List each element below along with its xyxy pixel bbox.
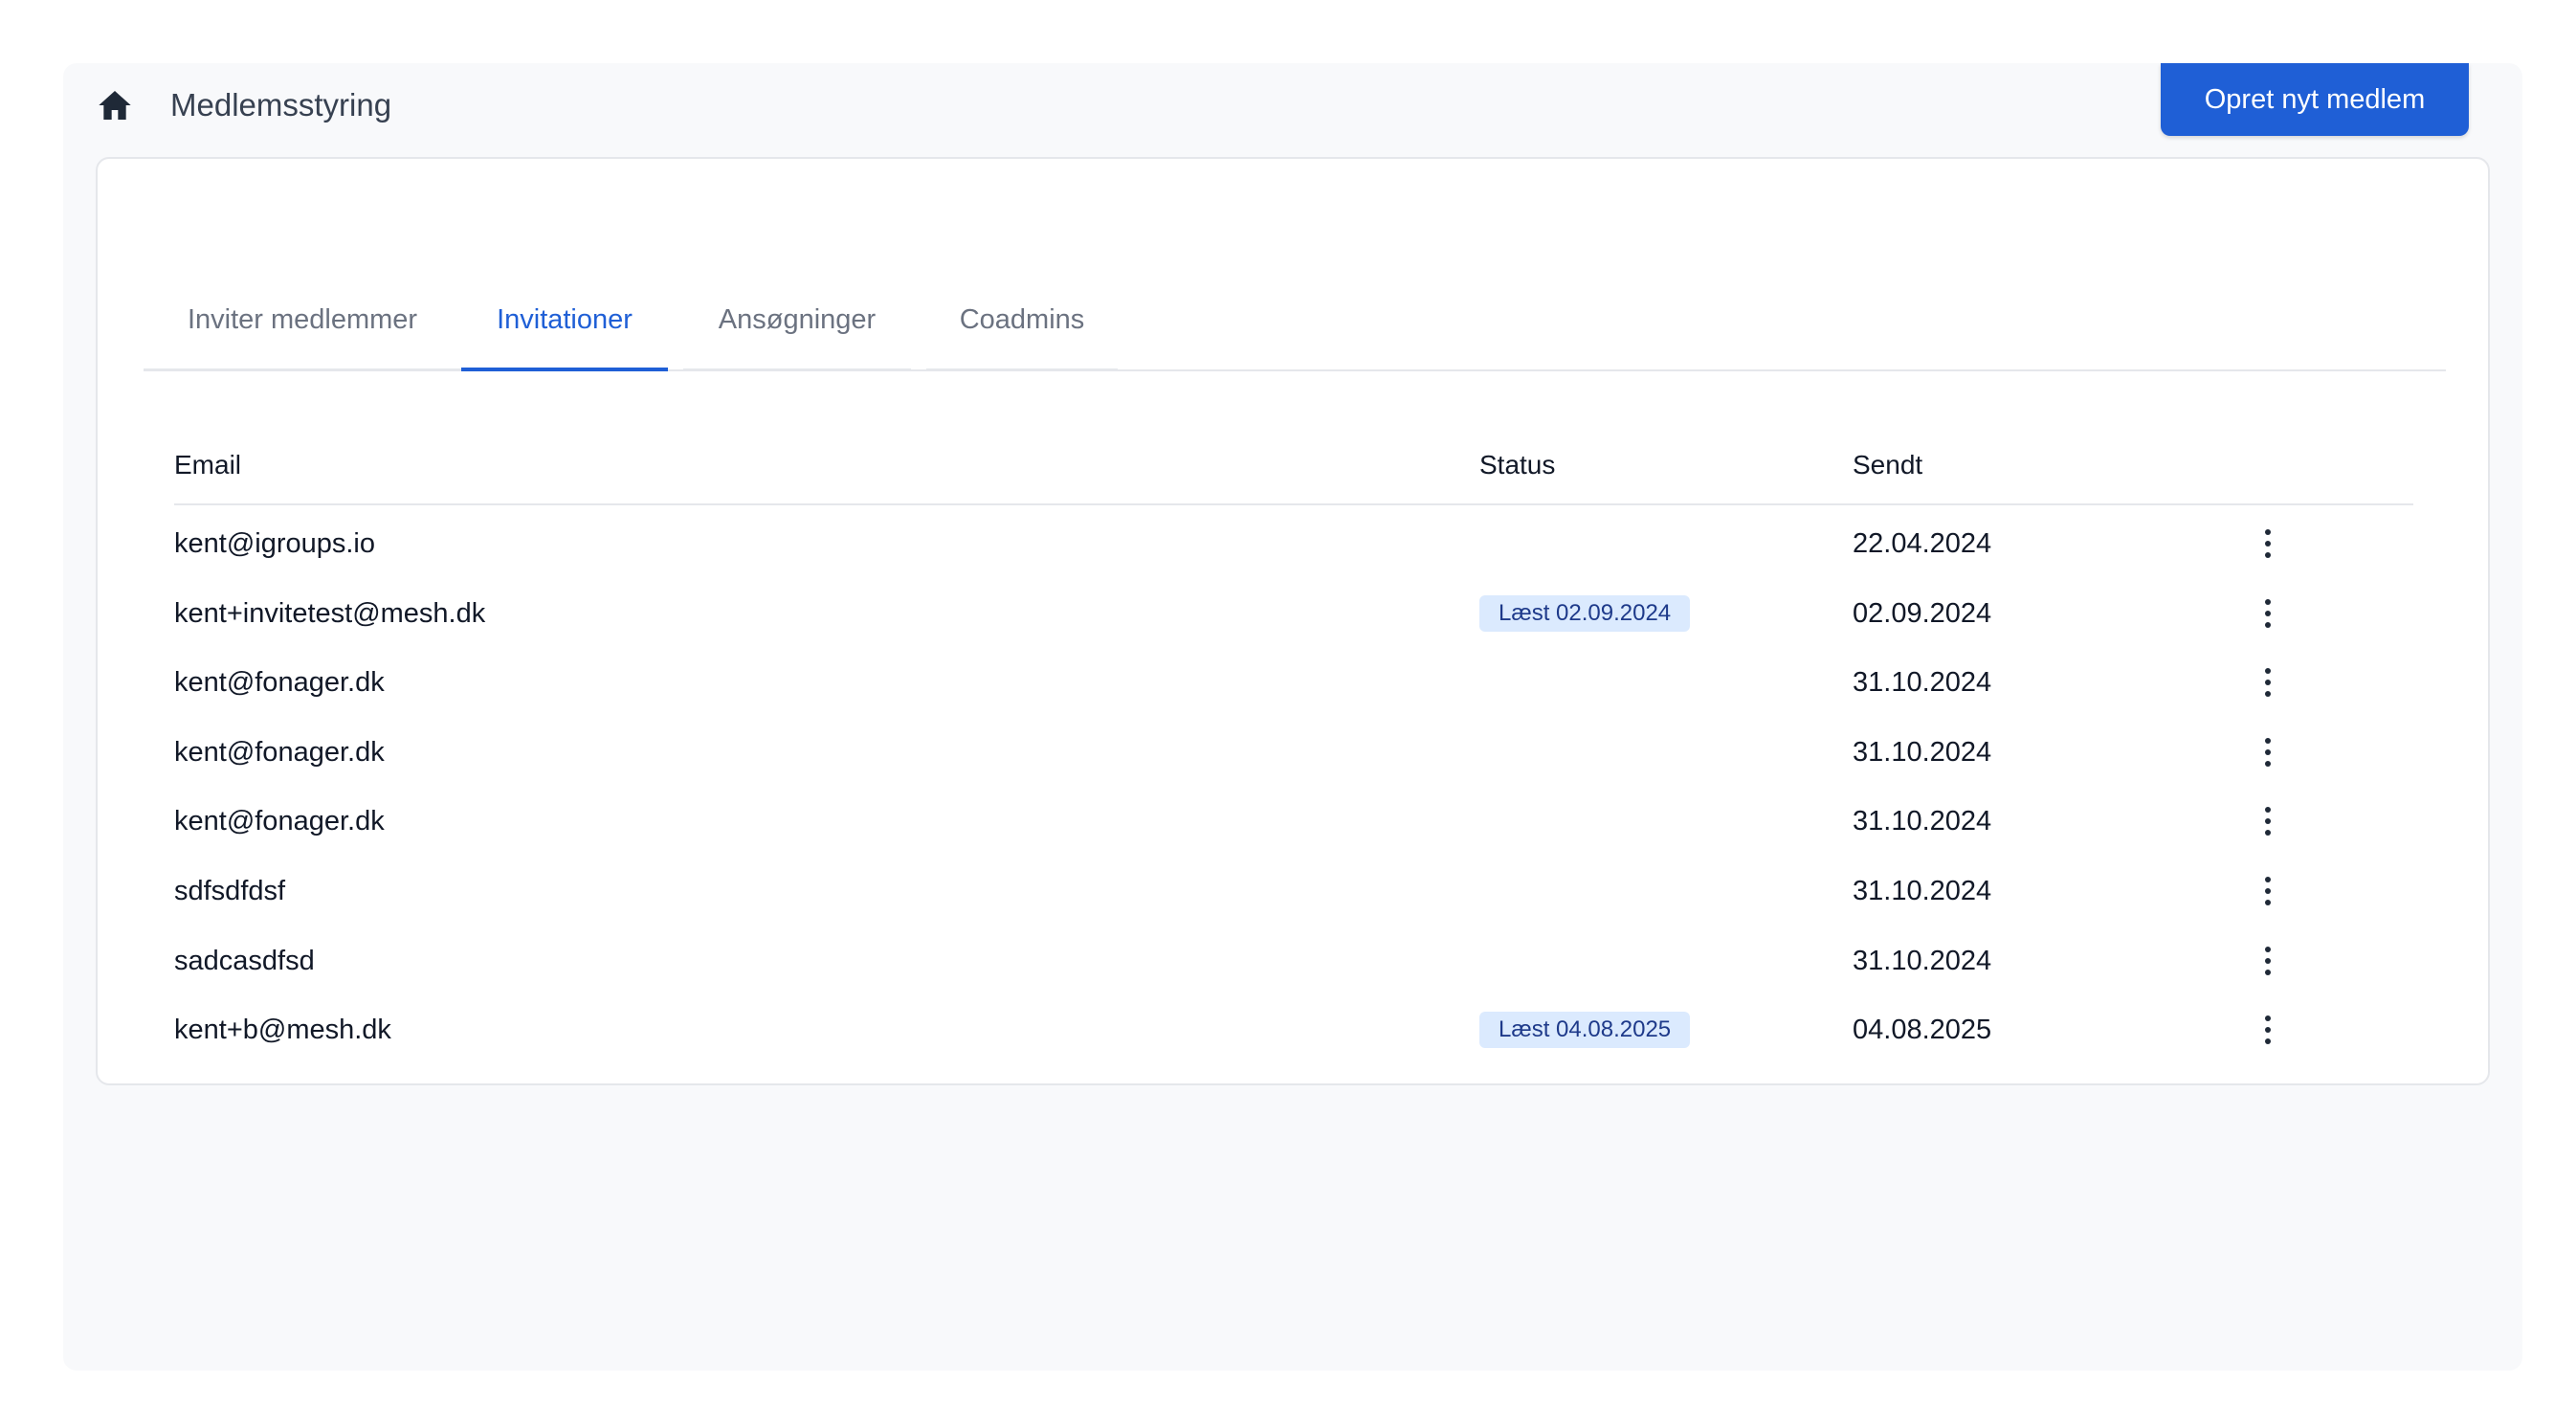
- home-icon[interactable]: [96, 86, 134, 124]
- table-row: kent@fonager.dk 31.10.2024: [174, 648, 2413, 717]
- email-cell: sdfsdfdsf: [174, 876, 286, 906]
- sent-date-cell: 31.10.2024: [1853, 945, 1992, 976]
- page-header: Medlemsstyring Opret nyt medlem: [63, 63, 2522, 155]
- email-cell: kent+b@mesh.dk: [174, 1015, 391, 1046]
- tab-label: Coadmins: [959, 304, 1085, 335]
- table-row: kent@fonager.dk 31.10.2024: [174, 718, 2413, 787]
- more-vertical-icon[interactable]: [2251, 798, 2285, 844]
- tab-applications[interactable]: Ansøgninger: [683, 301, 911, 371]
- more-vertical-icon[interactable]: [2251, 521, 2285, 567]
- sent-date-cell: 31.10.2024: [1853, 806, 1992, 837]
- tab-label: Inviter medlemmer: [187, 304, 418, 335]
- email-cell: sadcasdfsd: [174, 945, 315, 976]
- email-cell: kent@fonager.dk: [174, 667, 385, 699]
- more-vertical-icon[interactable]: [2251, 868, 2285, 914]
- tab-label: Ansøgninger: [718, 304, 877, 335]
- email-cell: kent@fonager.dk: [174, 806, 385, 837]
- email-cell: kent+invitetest@mesh.dk: [174, 597, 486, 629]
- more-vertical-icon[interactable]: [2251, 659, 2285, 705]
- sent-date-cell: 22.04.2024: [1853, 528, 1992, 559]
- tab-label: Invitationer: [497, 304, 633, 335]
- tab-invite-members[interactable]: Inviter medlemmer: [144, 301, 461, 371]
- status-badge: Læst 02.09.2024: [1479, 594, 1691, 632]
- table-row: kent@igroups.io 22.04.2024: [174, 509, 2413, 578]
- sent-date-cell: 31.10.2024: [1853, 876, 1992, 906]
- table-row: sdfsdfdsf 31.10.2024: [174, 857, 2413, 926]
- sent-date-cell: 04.08.2025: [1853, 1015, 1992, 1046]
- email-cell: kent@fonager.dk: [174, 736, 385, 768]
- tab-coadmins[interactable]: Coadmins: [926, 301, 1118, 371]
- more-vertical-icon[interactable]: [2251, 591, 2285, 636]
- status-badge: Læst 04.08.2025: [1479, 1012, 1691, 1049]
- column-header-sent[interactable]: Sendt: [1853, 446, 1922, 484]
- column-header-email[interactable]: Email: [174, 446, 241, 484]
- sent-date-cell: 31.10.2024: [1853, 736, 1992, 768]
- table-row: kent+invitetest@mesh.dk Læst 02.09.2024 02…: [174, 579, 2413, 648]
- sent-date-cell: 31.10.2024: [1853, 667, 1992, 699]
- page-title: Medlemsstyring: [170, 87, 392, 123]
- more-vertical-icon[interactable]: [2251, 729, 2285, 775]
- tab-invitations[interactable]: Invitationer: [461, 301, 668, 371]
- main-panel: Medlemsstyring Opret nyt medlem Inviter …: [63, 63, 2522, 1371]
- table-row: kent@fonager.dk 31.10.2024: [174, 787, 2413, 856]
- sent-date-cell: 02.09.2024: [1853, 597, 1992, 629]
- table-row: kent+b@mesh.dk Læst 04.08.2025 04.08.2025: [174, 995, 2413, 1064]
- create-member-button[interactable]: Opret nyt medlem: [2161, 63, 2469, 136]
- invitations-card: Inviter medlemmer Invitationer Ansøgning…: [96, 157, 2490, 1085]
- column-header-status[interactable]: Status: [1479, 446, 1555, 484]
- email-cell: kent@igroups.io: [174, 528, 375, 559]
- table-row: sadcasdfsd 31.10.2024: [174, 926, 2413, 995]
- more-vertical-icon[interactable]: [2251, 1007, 2285, 1053]
- table-header: Email Status Sendt: [174, 446, 2413, 505]
- tab-bar: Inviter medlemmer Invitationer Ansøgning…: [144, 159, 2446, 371]
- more-vertical-icon[interactable]: [2251, 938, 2285, 984]
